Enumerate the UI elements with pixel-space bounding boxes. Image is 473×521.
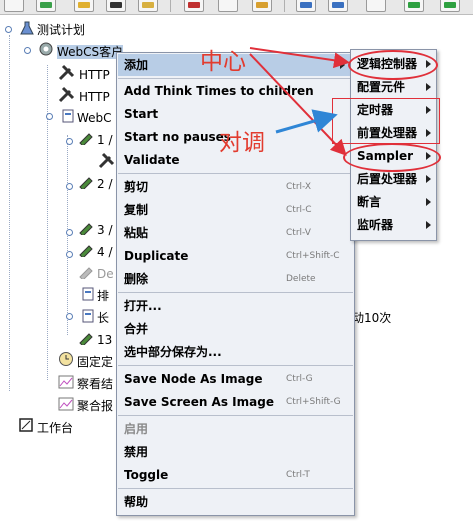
tree-node-sampler-2[interactable]: 2 / (78, 173, 113, 195)
dropper-icon (78, 219, 94, 242)
dropper-icon (78, 329, 94, 352)
menu-item-start[interactable]: Start (118, 103, 353, 125)
menu-item-disable[interactable]: 禁用 (118, 441, 353, 463)
tree-node-disabled[interactable]: De (78, 263, 114, 285)
toggle-icon[interactable] (366, 0, 386, 12)
annotation-box-timer-preprocessor (332, 98, 440, 144)
templates-icon[interactable] (36, 0, 56, 12)
menu-item-duplicate[interactable]: Duplicate Ctrl+Shift-C (118, 245, 353, 267)
copy-icon[interactable] (218, 0, 238, 12)
tree-node-timer[interactable]: 固定定 (58, 351, 113, 373)
menu-item-copy[interactable]: 复制 Ctrl-C (118, 199, 353, 221)
chevron-right-icon (426, 175, 431, 183)
new-icon[interactable] (4, 0, 24, 12)
tree-node-test-plan[interactable]: 测试计划 (20, 19, 85, 41)
menu-item-save-selection[interactable]: 选中部分保存为... (118, 341, 353, 363)
dropper-icon (78, 241, 94, 264)
context-menu: 添加 Add Think Times to children Start Sta… (116, 52, 355, 516)
controller-icon (82, 286, 94, 308)
menu-item-delete[interactable]: 删除 Delete (118, 268, 353, 290)
tree-node-sampler-3[interactable]: 3 / (78, 219, 113, 241)
tree-node-http-2[interactable]: HTTP (58, 85, 110, 107)
menu-item-toggle[interactable]: Toggle Ctrl-T (118, 464, 353, 486)
controller-icon (82, 308, 94, 330)
tree-node-view-results[interactable]: 察看结 (58, 373, 113, 395)
annotation-center-label: 中心 (200, 49, 246, 75)
tree-node-sampler-1[interactable]: 1 / (78, 129, 113, 151)
menu-item-enable: 启用 (124, 422, 149, 436)
tree-node-workbench[interactable]: 工作台 (18, 417, 73, 439)
chevron-right-icon (340, 61, 345, 69)
controller-icon (62, 108, 74, 130)
close-icon[interactable] (106, 0, 126, 12)
menu-item-save-screen-image[interactable]: Save Screen As Image Ctrl+Shift-G (118, 391, 353, 413)
menu-item-help[interactable]: 帮助 (118, 491, 353, 513)
start-no-pauses-icon[interactable] (440, 0, 460, 12)
dropper-icon (78, 173, 94, 196)
tree-trailing-text: 动10次 (352, 311, 392, 325)
gear-icon (38, 41, 54, 64)
tree-node-sampler-4[interactable]: 4 / (78, 241, 113, 263)
tree-node-sampler-13[interactable]: 13 (78, 329, 112, 351)
menu-item-cut[interactable]: 剪切 Ctrl-X (118, 176, 353, 198)
start-icon[interactable] (404, 0, 424, 12)
toolbar (0, 0, 473, 15)
save-icon[interactable] (138, 0, 158, 12)
menu-item-save-node-image[interactable]: Save Node As Image Ctrl-G (118, 368, 353, 390)
annotation-swap-label: 对调 (219, 130, 265, 156)
chevron-right-icon (426, 221, 431, 229)
tree-node-sort[interactable]: 排 (82, 285, 109, 307)
workbench-icon (18, 417, 34, 440)
chevron-right-icon (426, 83, 431, 91)
tree-node-http-1[interactable]: HTTP (58, 63, 110, 85)
menu-item-open[interactable]: 打开... (118, 295, 353, 317)
annotation-oval-logic-controller (348, 50, 438, 80)
menu-item-add-think-times[interactable]: Add Think Times to children (118, 80, 353, 102)
chart-icon (58, 396, 74, 418)
collapse-icon[interactable] (328, 0, 348, 12)
chevron-right-icon (426, 198, 431, 206)
submenu-item-listener[interactable]: 监听器 (352, 214, 435, 236)
tree-node-aggregate-report[interactable]: 聚合报 (58, 395, 113, 417)
submenu-item-assertion[interactable]: 断言 (352, 191, 435, 213)
open-icon[interactable] (74, 0, 94, 12)
dropper-icon (78, 129, 94, 152)
flask-icon (20, 20, 34, 42)
clock-icon (58, 351, 74, 374)
tree-node-long[interactable]: 长 (82, 307, 109, 329)
expand-icon[interactable] (296, 0, 316, 12)
annotation-oval-sampler (343, 143, 441, 172)
menu-item-paste[interactable]: 粘贴 Ctrl-V (118, 222, 353, 244)
menu-item-merge[interactable]: 合并 (118, 318, 353, 340)
paste-icon[interactable] (252, 0, 272, 12)
chart-icon (58, 374, 74, 396)
dropper-icon (78, 263, 94, 286)
tree-node-webc[interactable]: WebC (62, 107, 112, 129)
tree-node-thread-group[interactable]: WebCS客户 (38, 41, 124, 64)
cut-icon[interactable] (184, 0, 204, 12)
